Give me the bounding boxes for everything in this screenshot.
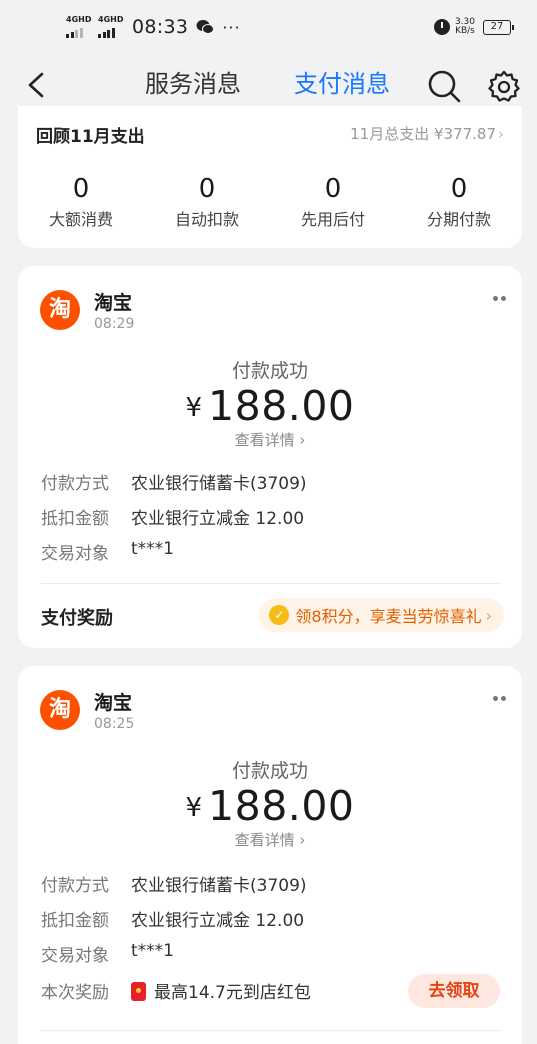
net-speed: 3.30 KB/s	[455, 18, 475, 36]
chevron-right-icon: ›	[498, 125, 504, 143]
merchant-name: 淘宝	[94, 692, 133, 714]
row-value: 农业银行储蓄卡(3709)	[131, 876, 307, 896]
stat-label: 先用后付	[300, 210, 365, 229]
view-details-link[interactable]: 查看详情 ›	[18, 829, 522, 850]
info-row-deduction: 抵扣金额 农业银行立减金 12.00	[41, 906, 304, 931]
row-key: 本次奖励	[41, 983, 109, 1003]
taobao-logo-icon: 淘	[40, 690, 80, 730]
payment-time: 08:25	[94, 716, 135, 732]
divider	[41, 583, 502, 584]
month-total-text: 11月总支出 ¥377.87	[350, 125, 496, 143]
view-details-text: 查看详情	[234, 831, 295, 849]
stat-installment[interactable]: 0 分期付款	[396, 174, 522, 230]
row-value: 最高14.7元到店红包	[131, 978, 311, 1003]
stat-large-spend[interactable]: 0 大额消费	[18, 174, 144, 230]
summary-title: 回顾11月支出	[36, 127, 145, 147]
row-key: 交易对象	[41, 544, 109, 564]
row-key: 交易对象	[41, 946, 109, 966]
clock: 08:33	[132, 16, 189, 38]
amount-value: 188.00	[208, 382, 355, 430]
more-notifications-icon: ···	[222, 17, 241, 37]
signal-label-2: 4GHD	[98, 15, 124, 24]
row-key: 抵扣金额	[41, 509, 109, 529]
amount-value: 188.00	[208, 782, 355, 830]
monthly-summary-card: 回顾11月支出 11月总支出 ¥377.87 › 0 大额消费 0 自动扣款 0 …	[18, 106, 522, 248]
currency-symbol: ¥	[185, 793, 203, 823]
row-value: 农业银行储蓄卡(3709)	[131, 474, 307, 494]
info-row-counterparty: 交易对象 t***1	[41, 941, 174, 966]
info-row-payment-method: 付款方式 农业银行储蓄卡(3709)	[41, 469, 307, 494]
row-key: 付款方式	[41, 474, 109, 494]
battery-icon: 27	[483, 19, 514, 35]
info-row-payment-method: 付款方式 农业银行储蓄卡(3709)	[41, 871, 307, 896]
payment-card[interactable]: 淘 淘宝 08:25 付款成功 ¥188.00 查看详情 › 付款方式 农业银行…	[18, 666, 522, 1044]
signal-label: 4GHD	[66, 15, 92, 24]
row-value: t***1	[131, 941, 174, 961]
payment-amount: ¥188.00	[18, 782, 522, 830]
search-icon[interactable]	[426, 68, 462, 104]
stat-value: 0	[324, 174, 342, 204]
back-arrow-icon[interactable]	[22, 70, 52, 100]
points-coin-icon: ✓	[269, 605, 290, 625]
row-value: 农业银行立减金 12.00	[131, 911, 305, 931]
net-speed-unit: KB/s	[455, 26, 475, 36]
view-details-link[interactable]: 查看详情 ›	[18, 429, 522, 450]
chevron-right-icon: ›	[294, 431, 306, 449]
row-key: 付款方式	[41, 876, 109, 896]
stat-value: 0	[450, 174, 468, 204]
view-details-text: 查看详情	[234, 431, 295, 449]
info-row-counterparty: 交易对象 t***1	[41, 539, 174, 564]
wechat-icon	[196, 20, 215, 34]
more-options-icon[interactable]	[490, 696, 506, 701]
more-options-icon[interactable]	[490, 296, 506, 301]
stat-value: 0	[198, 174, 216, 204]
reward-title: 支付奖励	[41, 608, 113, 629]
stat-auto-debit[interactable]: 0 自动扣款	[144, 174, 270, 230]
taobao-logo-icon: 淘	[40, 290, 80, 330]
row-value: t***1	[131, 539, 174, 559]
reward-offer-button[interactable]: ✓ 领8积分，享麦当劳惊喜礼 ›	[259, 598, 504, 632]
payment-status: 付款成功	[231, 760, 308, 782]
stat-value: 0	[72, 174, 90, 204]
payment-status: 付款成功	[231, 360, 308, 382]
merchant-name: 淘宝	[94, 292, 133, 314]
gear-icon[interactable]	[486, 69, 522, 105]
info-row-deduction: 抵扣金额 农业银行立减金 12.00	[41, 504, 304, 529]
red-packet-icon	[131, 982, 146, 1001]
stats-row: 0 大额消费 0 自动扣款 0 先用后付 0 分期付款	[18, 174, 522, 230]
stat-buy-now-pay-later[interactable]: 0 先用后付	[270, 174, 396, 230]
alarm-icon	[433, 19, 450, 35]
payment-amount: ¥188.00	[18, 382, 522, 430]
stat-label: 自动扣款	[174, 210, 239, 229]
claim-button[interactable]: 去领取	[408, 974, 500, 1008]
currency-symbol: ¥	[185, 393, 203, 423]
stat-label: 分期付款	[426, 210, 491, 229]
month-total-link[interactable]: 11月总支出 ¥377.87 ›	[350, 123, 504, 144]
payment-time: 08:29	[94, 316, 135, 332]
chevron-right-icon: ›	[294, 831, 306, 849]
chevron-right-icon: ›	[485, 605, 492, 625]
row-key: 抵扣金额	[41, 911, 109, 931]
info-row-reward: 本次奖励 最高14.7元到店红包	[41, 978, 311, 1003]
tab-payment-messages[interactable]: 支付消息	[294, 64, 390, 99]
payment-card[interactable]: 淘 淘宝 08:29 付款成功 ¥188.00 查看详情 › 付款方式 农业银行…	[18, 266, 522, 648]
status-bar: 4GHD 4GHD 08:33 ··· 3.30 KB/s 27	[0, 0, 537, 58]
reward-value-text: 最高14.7元到店红包	[154, 983, 311, 1003]
signal-icon-2: 4GHD	[98, 16, 126, 38]
stat-label: 大额消费	[48, 210, 113, 229]
reward-offer-text: 领8积分，享麦当劳惊喜礼	[295, 607, 482, 626]
row-value: 农业银行立减金 12.00	[131, 509, 305, 529]
signal-icon: 4GHD	[66, 16, 94, 38]
divider	[41, 1030, 502, 1031]
tab-service-messages[interactable]: 服务消息	[145, 64, 241, 99]
